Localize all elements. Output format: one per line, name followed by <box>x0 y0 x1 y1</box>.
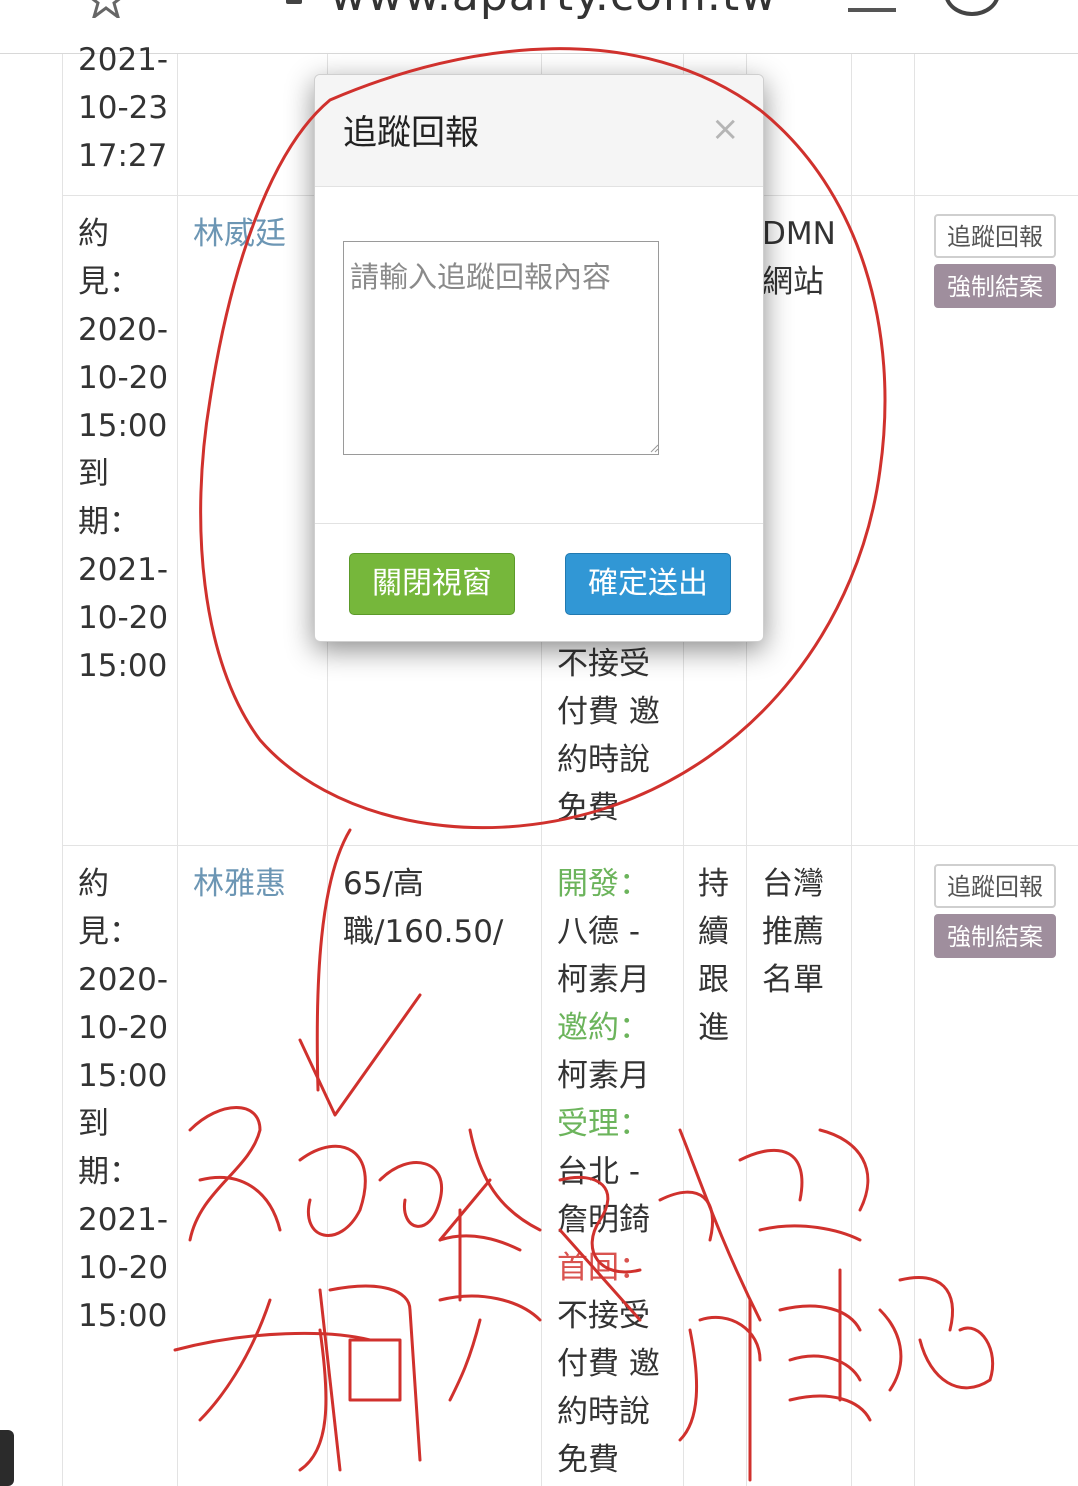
track-report-textarea[interactable] <box>343 241 659 455</box>
modal-header: 追蹤回報 × <box>315 75 763 187</box>
confirm-submit-button[interactable]: 確定送出 <box>565 553 731 615</box>
bookmark-star-icon[interactable] <box>84 0 128 18</box>
resize-grip-icon[interactable] <box>649 443 659 453</box>
table-row-1-source: DMN 網站 <box>762 216 836 300</box>
table-row-2-date: 約 見： 2020- 10-20 15:00 到 期： 2021- 10-20 … <box>78 866 169 1334</box>
table-row-2-info: 65/高 職/160.50/ <box>343 866 504 950</box>
table-row-1-date: 約 見： 2020- 10-20 15:00 到 期： 2021- 10-20 … <box>78 216 169 684</box>
member-name-link[interactable]: 林雅惠 <box>193 860 286 908</box>
member-name-link[interactable]: 林威廷 <box>193 210 286 258</box>
close-window-button[interactable]: 關閉視窗 <box>349 553 515 615</box>
table-row-0-date: 2021- 10-23 17:27 <box>78 42 169 174</box>
table-row-1-notes: 不接受 付費 邀 約時說 免費 <box>557 646 660 826</box>
tabs-icon[interactable] <box>848 8 896 12</box>
track-report-button[interactable]: 追蹤回報 <box>934 214 1056 258</box>
modal-footer-divider <box>315 523 763 524</box>
modal-title: 追蹤回報 <box>343 113 479 153</box>
column-divider <box>62 54 63 1486</box>
column-divider <box>177 54 178 1486</box>
table-row-2-status: 持 續 跟 進 <box>698 866 729 1046</box>
lock-icon <box>286 0 302 4</box>
screen-edge-handle <box>0 1430 14 1486</box>
row-divider <box>62 845 1078 846</box>
track-report-modal: 追蹤回報 × 關閉視窗 確定送出 <box>314 74 764 642</box>
table-row-2-notes: 開發： 八德 - 柯素月 邀約： 柯素月 受理： 台北 - 詹明錡 首回： 不接… <box>557 866 660 1478</box>
force-close-case-button[interactable]: 強制結案 <box>934 264 1056 308</box>
close-icon[interactable]: × <box>711 109 740 149</box>
table-row-2-source: 台灣 推薦 名單 <box>762 866 824 998</box>
force-close-case-button[interactable]: 強制結案 <box>934 914 1056 958</box>
track-report-button[interactable]: 追蹤回報 <box>934 864 1056 908</box>
url-text[interactable]: www.aparty.com.tw <box>330 0 777 21</box>
column-divider <box>914 54 915 1486</box>
account-icon[interactable] <box>944 0 1000 16</box>
column-divider <box>851 54 852 1486</box>
